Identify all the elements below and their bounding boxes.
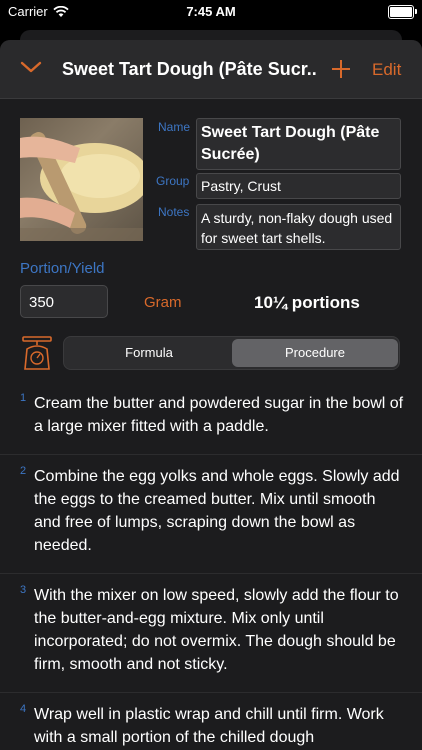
tab-formula[interactable]: Formula (66, 339, 232, 367)
step-number: 4 (20, 703, 27, 715)
step-text: With the mixer on low speed, slowly add … (34, 587, 399, 673)
procedure-step[interactable]: 1 Cream the butter and powdered sugar in… (0, 382, 422, 455)
procedure-step[interactable]: 3 With the mixer on low speed, slowly ad… (0, 574, 422, 693)
portions-count: 10¼ portions (254, 293, 360, 312)
name-field[interactable]: Sweet Tart Dough (Pâte Sucrée) (196, 118, 401, 170)
step-number: 1 (20, 392, 27, 404)
procedure-steps-list: 1 Cream the butter and powdered sugar in… (0, 382, 422, 750)
edit-button[interactable]: Edit (372, 60, 401, 80)
unit-selector[interactable]: Gram (144, 294, 182, 311)
status-time: 7:45 AM (186, 4, 236, 19)
battery-icon (388, 5, 417, 19)
portion-yield-label: Portion/Yield (20, 260, 105, 277)
step-text: Combine the egg yolks and whole eggs. Sl… (34, 468, 400, 554)
navigation-bar: Sweet Tart Dough (Pâte Sucr... Edit (0, 40, 422, 99)
step-text: Cream the butter and powdered sugar in t… (34, 395, 404, 435)
status-bar: Carrier 7:45 AM (0, 0, 422, 26)
formula-procedure-segmented-control: Formula Procedure (63, 336, 400, 370)
procedure-step[interactable]: 4 Wrap well in plastic wrap and chill un… (0, 693, 422, 750)
recipe-photo-image (20, 132, 143, 241)
notes-field[interactable]: A sturdy, non-flaky dough used for sweet… (196, 204, 401, 250)
step-number: 2 (20, 465, 27, 477)
chevron-down-icon[interactable] (20, 60, 42, 74)
tab-procedure[interactable]: Procedure (232, 339, 398, 367)
kitchen-scale-icon[interactable] (20, 335, 54, 371)
notes-label: Notes (158, 205, 190, 219)
step-text: Wrap well in plastic wrap and chill unti… (34, 706, 384, 746)
recipe-photo[interactable] (20, 118, 143, 241)
portion-yield-input[interactable]: 350 (20, 285, 108, 318)
nav-title: Sweet Tart Dough (Pâte Sucr... (62, 59, 316, 79)
name-label: Name (158, 120, 191, 134)
group-field[interactable]: Pastry, Crust (196, 173, 401, 199)
group-label: Group (156, 174, 190, 188)
procedure-step[interactable]: 2 Combine the egg yolks and whole eggs. … (0, 455, 422, 574)
step-number: 3 (20, 584, 27, 596)
recipe-sheet: Sweet Tart Dough (Pâte Sucr... Edit Name… (0, 40, 422, 750)
plus-icon[interactable] (330, 58, 352, 80)
